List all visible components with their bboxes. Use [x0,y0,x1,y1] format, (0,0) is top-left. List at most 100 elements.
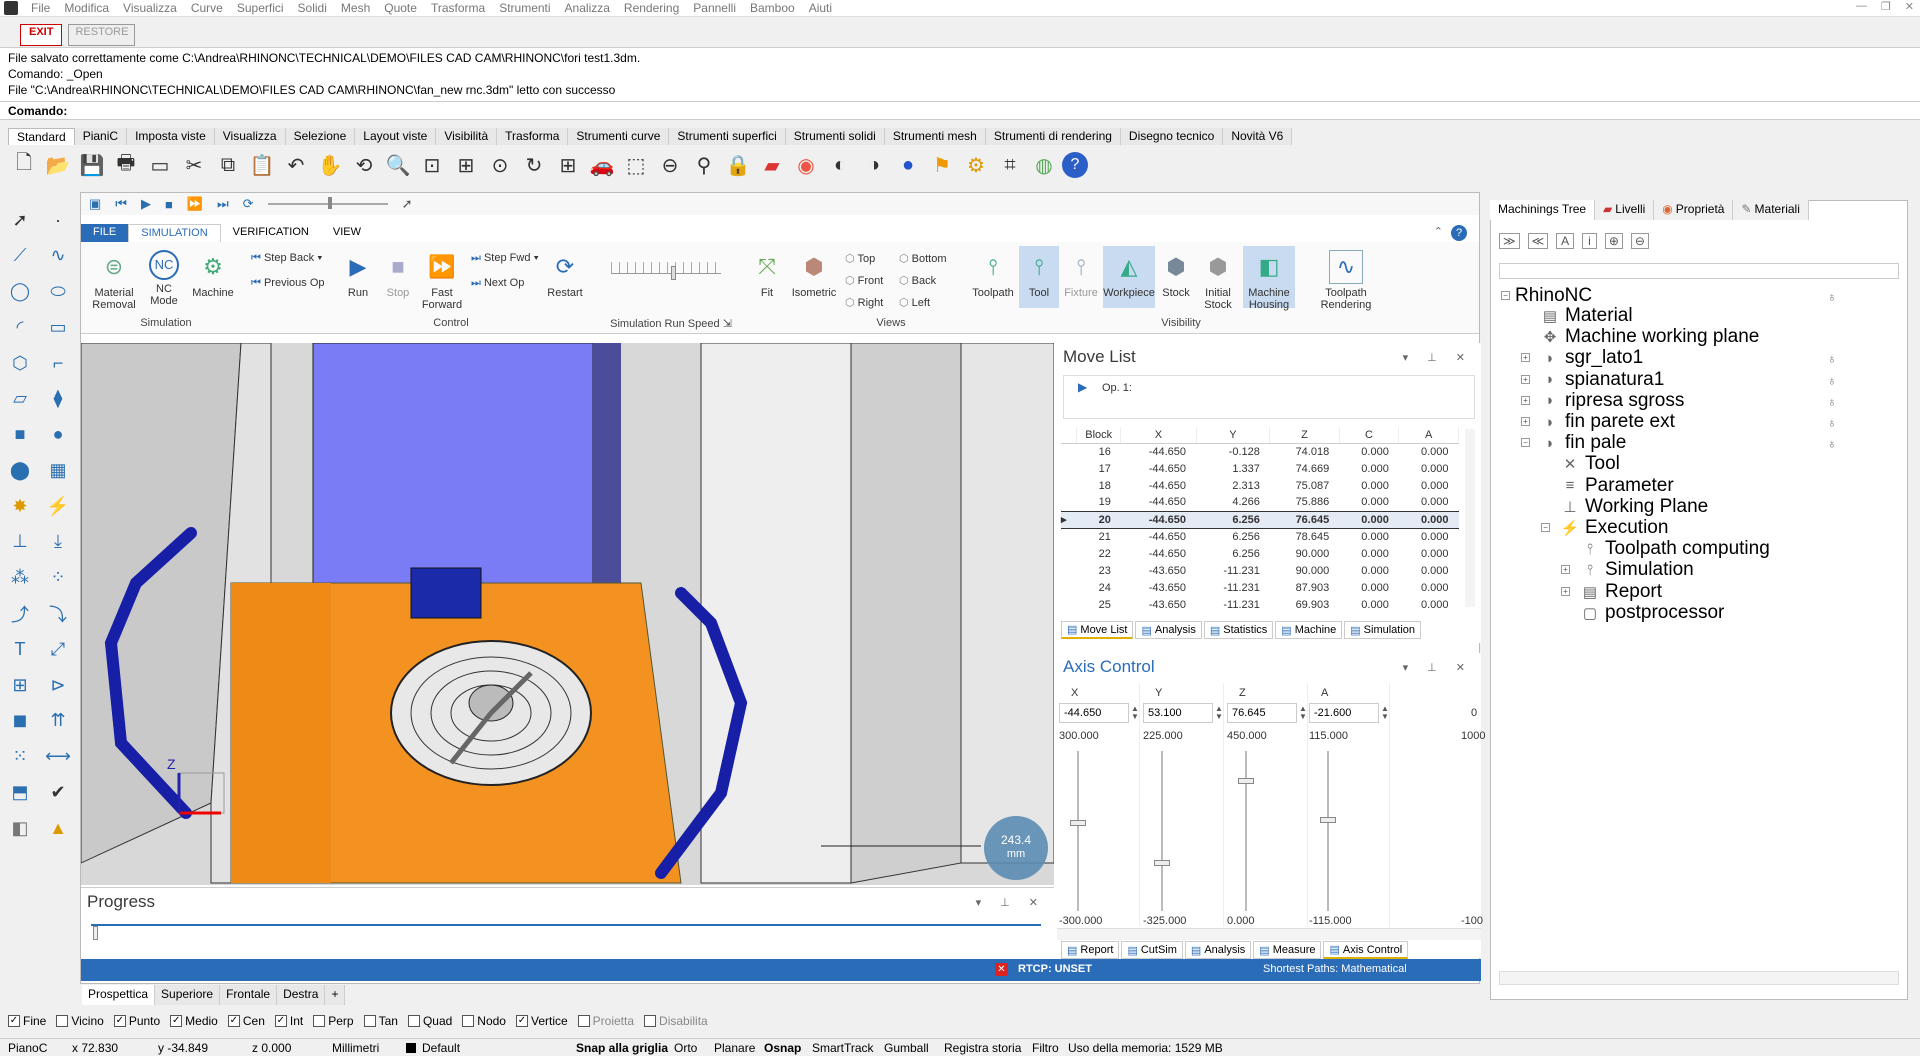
move-list-tab[interactable]: ▤ Analysis [1135,621,1202,639]
new-file-icon[interactable]: 🗋 [8,149,40,181]
history-toggle[interactable]: Registra storia [944,1041,1021,1055]
op-node[interactable]: ◗ ripresa sgross [1541,390,1684,412]
stock-button[interactable]: ⬢ Stock [1157,250,1195,300]
op-node[interactable]: ◗ fin pale [1541,432,1626,454]
menu-item[interactable]: Pannelli [686,1,743,15]
tab-view[interactable]: VIEW [321,224,373,242]
box-icon[interactable]: ■ [4,419,36,451]
expand-all-icon[interactable]: ≫ [1499,233,1520,249]
axis-value-input[interactable]: -21.600 [1309,703,1379,723]
blend-icon[interactable]: ⤵ [42,598,74,630]
table-row[interactable]: 22 -44.650 6.256 90.000 0.000 0.000 [1061,545,1459,562]
osnap-checkbox[interactable]: ✓ Punto [113,1013,160,1029]
ellipse-icon[interactable]: ⬭ [42,276,74,308]
units[interactable]: Millimetri [332,1041,379,1055]
table-row[interactable]: 17 -44.650 1.337 74.669 0.000 0.000 [1061,460,1459,477]
restore-button[interactable]: RESTORE [68,24,136,46]
settings-gear-icon[interactable]: ⚙ [960,149,992,181]
toolbar-tab[interactable]: Novità V6 [1223,128,1293,145]
menu-item[interactable]: Quote [377,1,424,15]
table-row[interactable]: 19 -44.650 4.266 75.886 0.000 0.000 [1061,494,1459,511]
fast-forward-button[interactable]: ⏩ Fast Forward [419,250,465,312]
column-header[interactable]: Z [1269,427,1340,444]
menu-item[interactable]: Mesh [334,1,377,15]
checkbox-box[interactable]: ✓ [274,1015,287,1027]
axis-slider-thumb[interactable] [1238,778,1254,785]
osnap-checkbox[interactable]: Proietta [577,1013,634,1029]
restart-icon[interactable]: ⟳ [243,196,254,212]
save-icon[interactable]: 💾 [76,149,108,181]
step-back-button[interactable]: ⏮ Step Back ▾ [251,252,323,265]
table-row[interactable]: 23 -43.650 -11.231 90.000 0.000 0.000 [1061,562,1459,579]
op-node[interactable]: ◗ spianatura1 [1541,369,1664,391]
cplane-icon[interactable]: ⬚ [620,149,652,181]
table-row[interactable]: 24 -43.650 -11.231 87.903 0.000 0.000 [1061,579,1459,596]
lock-icon[interactable]: 🔒 [722,149,754,181]
toolbar-tab[interactable]: Layout viste [355,128,437,145]
tree-expand-icon[interactable]: + [1521,374,1530,384]
toolbar-tab[interactable]: Visualizza [214,128,286,145]
array-icon[interactable]: ⁘ [42,562,74,594]
gumball-toggle[interactable]: Gumball [884,1041,929,1055]
osnap-checkbox[interactable]: Quad [407,1013,452,1029]
top-view-button[interactable]: ⬡ Top [845,252,875,265]
osnap-checkbox[interactable]: ✓ Fine [8,1013,46,1029]
pointer-icon[interactable]: ➚ [402,196,413,212]
mesh-icon[interactable]: ▦ [42,454,74,486]
step-fwd-button[interactable]: ⏭ Step Fwd ▾ [471,252,539,265]
layout-icon[interactable]: ▭ [144,149,176,181]
bottom-view-button[interactable]: ⬡ Bottom [899,252,947,265]
scale-icon[interactable]: ⤢ [42,633,74,665]
axis-spinner-icon[interactable]: ▲ ▼ [1381,705,1389,721]
panel-controls-icon[interactable]: ▾ ⊥ ✕ [1403,351,1473,364]
move-list-tab[interactable]: ▤ Statistics [1203,621,1274,639]
speed-slider[interactable] [267,197,388,209]
column-header[interactable]: X [1120,427,1197,444]
curve-icon[interactable]: ∿ [42,240,74,272]
tree-expand-icon[interactable]: − [1521,438,1530,448]
osnap-toggle[interactable]: Osnap [764,1041,801,1055]
undo-view-icon[interactable]: ↻ [518,149,550,181]
axis-slider-thumb[interactable] [1154,859,1170,866]
print-icon[interactable]: 🖶 [110,149,142,181]
color-wheel-icon[interactable]: ◉ [790,149,822,181]
fixture-button[interactable]: ⫯ Fixture [1061,250,1101,300]
rotate-view-icon[interactable]: ⟲ [348,149,380,181]
move-list-tab[interactable]: ▤ Move List [1061,621,1134,639]
help-icon[interactable]: ? [1062,152,1088,178]
checkbox-box[interactable] [56,1015,69,1027]
lamp-icon[interactable]: ♁ [1827,436,1837,451]
loft-icon[interactable]: ⧫ [42,383,74,415]
right-panel-tab[interactable]: ▰ Livelli [1595,200,1655,220]
checkbox-box[interactable]: ✓ [170,1015,183,1027]
lamp-icon[interactable]: ♁ [1827,351,1837,366]
split-icon[interactable]: ⚡ [42,490,74,522]
checkbox-box[interactable] [363,1015,376,1027]
toolbar-tab[interactable]: Visibilità [436,128,498,145]
render-icon[interactable]: ● [892,149,924,181]
move-list-tab[interactable]: ▤ Machine [1275,621,1343,639]
right-panel-tab[interactable]: ◉ Proprietà [1654,200,1734,220]
hide-icon[interactable]: ⚲ [688,149,720,181]
flag-icon[interactable]: ⚑ [926,149,958,181]
checkbox-box[interactable]: ✓ [515,1015,528,1027]
toolpath-computing-node[interactable]: ⫯ Toolpath computing [1581,538,1770,560]
column-header[interactable]: Y [1196,427,1271,444]
layer-name[interactable]: Default [422,1041,460,1055]
undo-icon[interactable]: ↶ [280,149,312,181]
circle-icon[interactable]: ◯ [4,276,36,308]
axis-hscrollbar[interactable] [1057,928,1481,940]
analyze-icon[interactable]: ⬒ [4,776,36,808]
run-speed-slider[interactable] [611,262,721,280]
simulation-viewport[interactable]: Z 243.4 mm [81,343,1054,885]
planare-toggle[interactable]: Planare [714,1041,755,1055]
stop-button[interactable]: ■ Stop [381,250,415,300]
copy-icon[interactable]: ⧉ [212,149,244,181]
grasshopper-icon[interactable]: ◍ [1028,149,1060,181]
axis-control-tab[interactable]: ▤ Analysis [1184,941,1252,959]
right-panel-tab[interactable]: Machinings Tree [1490,200,1596,220]
info-icon[interactable]: i [1582,233,1597,249]
axis-control-tab[interactable]: ▤ CutSim [1121,941,1183,959]
open-folder-icon[interactable]: 📂 [42,149,74,181]
menu-item[interactable]: Visualizza [116,1,184,15]
